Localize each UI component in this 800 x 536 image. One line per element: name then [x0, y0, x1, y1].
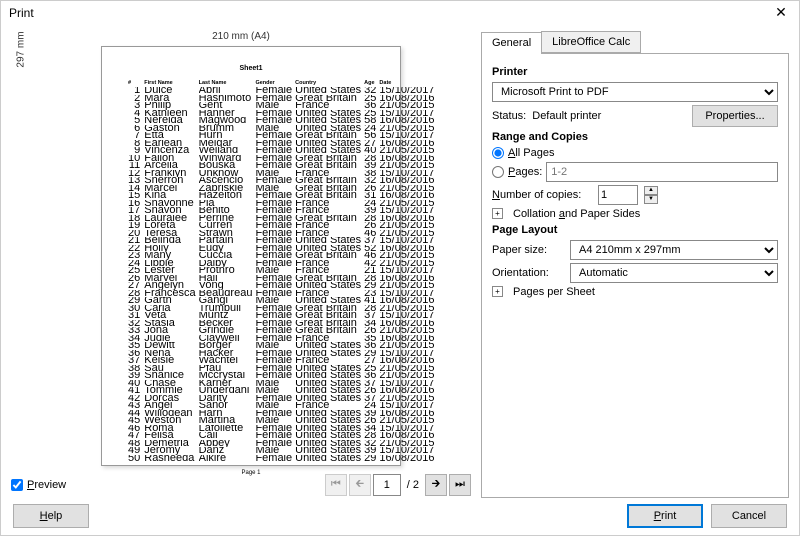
copies-spinner[interactable]: ▲▼ [644, 186, 658, 204]
page-preview: Sheet1 #First NameLast NameGenderCountry… [101, 46, 401, 466]
prev-page-button[interactable]: 🡰 [349, 474, 371, 496]
page-input[interactable] [373, 474, 401, 496]
copies-label: Number of copies: [492, 189, 592, 201]
orientation-select[interactable]: Automatic [570, 263, 778, 283]
settings-pane: General LibreOffice Calc Printer Microso… [481, 31, 789, 498]
paper-label: Paper size: [492, 244, 564, 256]
preview-checkbox[interactable]: Preview [11, 479, 66, 491]
tab-calc[interactable]: LibreOffice Calc [541, 31, 641, 53]
expand-icon[interactable]: + [492, 208, 503, 219]
preview-checkbox-input[interactable] [11, 479, 23, 491]
status-label: Status: [492, 110, 526, 122]
first-page-button[interactable]: ⏮ [325, 474, 347, 496]
window-title: Print [9, 6, 771, 20]
preview-table: #First NameLast NameGenderCountryAgeDate… [128, 80, 437, 463]
range-heading: Range and Copies [492, 131, 778, 143]
button-bar: Help Print Cancel [1, 498, 799, 535]
help-button[interactable]: Help [13, 504, 89, 528]
sheet-title: Sheet1 [128, 65, 374, 72]
printer-select[interactable]: Microsoft Print to PDF [492, 82, 778, 102]
collation-expand[interactable]: + Collation and Paper Sides [492, 208, 778, 220]
all-pages-radio[interactable]: All Pages [492, 147, 778, 159]
layout-heading: Page Layout [492, 224, 778, 236]
next-page-button[interactable]: 🡲 [425, 474, 447, 496]
paper-size-select[interactable]: A4 210mm x 297mm [570, 240, 778, 260]
tabs: General LibreOffice Calc [481, 31, 789, 54]
ruler-left: 297 mm [16, 31, 27, 67]
ruler-top: 210 mm (A4) [11, 31, 471, 42]
expand-icon[interactable]: + [492, 286, 503, 297]
tab-general[interactable]: General [481, 32, 542, 54]
orient-label: Orientation: [492, 267, 564, 279]
pages-input[interactable] [546, 162, 778, 182]
properties-button[interactable]: Properties... [692, 105, 778, 127]
status-value: Default printer [532, 110, 601, 122]
print-dialog: Print ✕ 210 mm (A4) 297 mm Sheet1 #First… [0, 0, 800, 536]
cancel-button[interactable]: Cancel [711, 504, 787, 528]
preview-pane: 210 mm (A4) 297 mm Sheet1 #First NameLas… [11, 31, 471, 498]
titlebar: Print ✕ [1, 1, 799, 25]
copies-input[interactable] [598, 185, 638, 205]
preview-checkbox-label: Preview [27, 479, 66, 491]
pages-radio[interactable]: Pages: [492, 162, 778, 182]
printer-heading: Printer [492, 66, 778, 78]
last-page-button[interactable]: ⏭ [449, 474, 471, 496]
page-total: / 2 [407, 479, 419, 491]
print-button[interactable]: Print [627, 504, 703, 528]
close-icon[interactable]: ✕ [771, 4, 791, 21]
pages-per-sheet-expand[interactable]: + Pages per Sheet [492, 286, 778, 298]
nav-row: Preview ⏮ 🡰 / 2 🡲 ⏭ [11, 472, 471, 498]
